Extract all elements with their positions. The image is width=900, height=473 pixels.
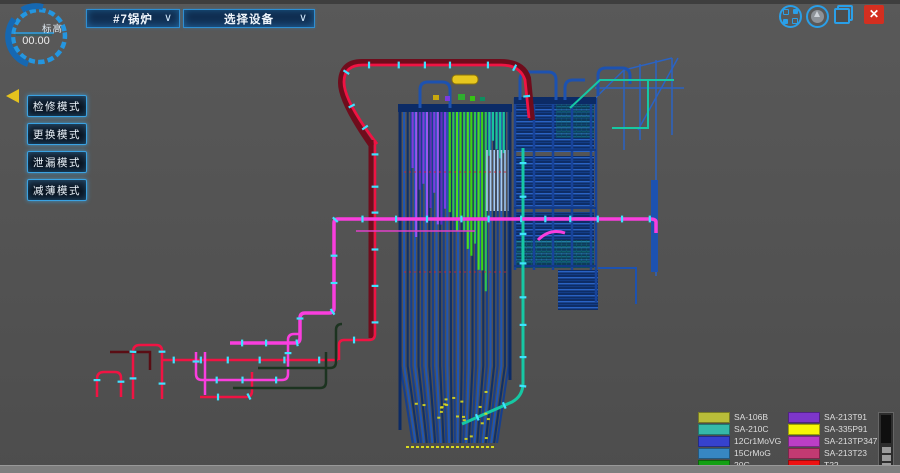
- legend-scrollbar-thumb[interactable]: [881, 415, 891, 443]
- legend-label: SA-106B: [734, 412, 768, 422]
- elevation-gauge: 标高 00.00: [2, 2, 78, 72]
- legend-item[interactable]: SA-213T23: [788, 447, 884, 459]
- scene-3d-boiler[interactable]: [0, 0, 900, 473]
- legend-item[interactable]: SA-106B: [698, 411, 781, 423]
- furnace-tubes: [401, 109, 509, 443]
- legend-item[interactable]: SA-210C: [698, 423, 781, 435]
- legend-label: 12Cr1MoVG: [734, 436, 781, 446]
- elevation-value: 00.00: [16, 35, 56, 47]
- chevron-down-icon: ∨: [299, 11, 308, 24]
- legend-item[interactable]: 12Cr1MoVG: [698, 435, 781, 447]
- grid-view-icon[interactable]: [779, 5, 802, 28]
- legend-swatch: [698, 448, 730, 459]
- legend-swatch: [698, 436, 730, 447]
- legend-label: SA-213TP347H: [824, 436, 884, 446]
- legend-item[interactable]: 15CrMoG: [698, 447, 781, 459]
- elevation-label: 标高: [42, 21, 63, 35]
- legend-swatch: [698, 412, 730, 423]
- boiler-select-value: #7锅炉: [113, 11, 153, 27]
- legend-item[interactable]: SA-213T91: [788, 411, 884, 423]
- mode-button-leak[interactable]: 泄漏模式: [27, 151, 87, 173]
- chevron-down-icon: ∨: [164, 11, 173, 24]
- legend-label: SA-213T91: [824, 412, 867, 422]
- legend-scrollbar[interactable]: [878, 412, 894, 471]
- legend-item[interactable]: SA-335P91: [788, 423, 884, 435]
- boiler-monitor-window: 标高 00.00 #7锅炉 ∨ 选择设备 ∨ ✕ 检修模式 更换模式 泄漏模式 …: [0, 0, 900, 473]
- legend-swatch: [788, 436, 820, 447]
- mode-button-replace[interactable]: 更换模式: [27, 123, 87, 145]
- floor-strip: [0, 465, 900, 473]
- legend-label: SA-210C: [734, 424, 769, 434]
- legend-swatch: [788, 424, 820, 435]
- mode-button-thinning[interactable]: 减薄模式: [27, 179, 87, 201]
- legend-swatch: [788, 412, 820, 423]
- close-icon[interactable]: ✕: [864, 5, 884, 24]
- windows-layers-icon[interactable]: [834, 5, 853, 24]
- legend-swatch: [788, 448, 820, 459]
- legend-item[interactable]: SA-213TP347H: [788, 435, 884, 447]
- sphere-view-icon[interactable]: [806, 5, 829, 28]
- device-select-dropdown[interactable]: 选择设备 ∨: [183, 9, 315, 28]
- legend-swatch: [698, 424, 730, 435]
- legend-label: 15CrMoG: [734, 448, 771, 458]
- device-select-value: 选择设备: [224, 11, 274, 27]
- collapse-panel-arrow-icon[interactable]: [6, 89, 19, 103]
- boiler-select-dropdown[interactable]: #7锅炉 ∨: [86, 9, 180, 28]
- legend-label: SA-335P91: [824, 424, 867, 434]
- mode-button-overhaul[interactable]: 检修模式: [27, 95, 87, 117]
- legend-label: SA-213T23: [824, 448, 867, 458]
